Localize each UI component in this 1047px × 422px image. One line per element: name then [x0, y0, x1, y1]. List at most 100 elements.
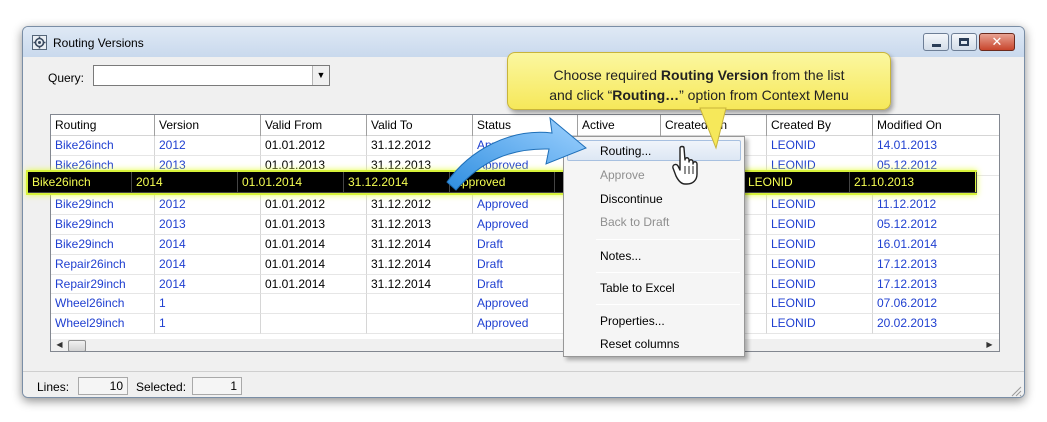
menu-item-approve[interactable]: Approve: [600, 168, 645, 182]
column-header-routing[interactable]: Routing: [51, 115, 155, 136]
table-cell-version: 2014: [132, 172, 238, 193]
column-header-created-on[interactable]: Created On: [661, 115, 767, 136]
table-row[interactable]: Wheel29inch 1 Approved LEONID 20.02.2013: [51, 314, 999, 334]
resize-grip-icon[interactable]: [1010, 385, 1022, 397]
context-menu: Routing... Approve Discontinue Back to D…: [563, 136, 745, 357]
table-row[interactable]: Bike29inch 2012 01.01.2012 31.12.2012 Approv…: [51, 195, 999, 216]
callout-line-2: and click “Routing…” option from Context…: [508, 85, 890, 105]
table-row[interactable]: Bike26inch 2012 01.01.2012 31.12.2012 Approv…: [51, 136, 999, 156]
column-header-modified-on[interactable]: Modified On: [873, 115, 999, 136]
selected-label: Selected:: [136, 380, 187, 394]
table-cell-routing: Wheel26inch: [51, 294, 155, 315]
table-cell-routing: Bike29inch: [51, 235, 155, 255]
table-cell-version: 2014: [155, 235, 261, 255]
scroll-left-icon[interactable]: ◀: [51, 340, 68, 349]
table-cell-version: 2014: [155, 254, 261, 275]
column-header-created-by[interactable]: Created By: [767, 115, 873, 136]
menu-item-routing[interactable]: Routing...: [600, 144, 651, 158]
table-cell-valid-from: 01.01.2014: [238, 172, 344, 193]
table-cell-routing: Bike29inch: [51, 215, 155, 235]
column-header-valid-to[interactable]: Valid To: [367, 115, 473, 136]
table-cell-valid-to: 31.12.2012: [367, 195, 473, 216]
table-cell-valid-from: 01.01.2012: [261, 136, 367, 156]
callout-text: from the list: [768, 67, 845, 83]
callout-text: Choose required: [553, 67, 661, 83]
table-cell-created-by: LEONID: [767, 314, 873, 334]
table-cell-modified-on: 07.06.2012: [873, 294, 999, 315]
column-header-valid-from[interactable]: Valid From: [261, 115, 367, 136]
horizontal-scroll-thumb[interactable]: [68, 340, 86, 351]
table-cell-valid-from: 01.01.2014: [261, 254, 367, 275]
callout-bold-text: Routing Version: [660, 67, 769, 83]
menu-separator: [596, 272, 740, 273]
close-icon: ✕: [991, 34, 1003, 50]
lines-label: Lines:: [37, 380, 70, 394]
menu-item-notes[interactable]: Notes...: [600, 249, 641, 263]
table-cell-valid-from: [261, 314, 367, 334]
table-cell-routing: Bike29inch: [51, 195, 155, 216]
selected-table-row[interactable]: Bike26inch 2014 01.01.2014 31.12.2014 Approv…: [26, 170, 977, 195]
table-row[interactable]: Bike29inch 2013 01.01.2013 31.12.2013 Approv…: [51, 215, 999, 235]
table-cell-routing: Wheel29inch: [51, 314, 155, 334]
table-cell-created-by: LEONID: [767, 294, 873, 315]
callout-line-1: Choose required Routing Version from the…: [508, 65, 890, 85]
instruction-callout: Choose required Routing Version from the…: [507, 52, 891, 110]
table-row[interactable]: Bike29inch 2014 01.01.2014 31.12.2014 Draft L…: [51, 235, 999, 255]
table-cell-valid-to: 31.12.2014: [344, 172, 450, 193]
table-cell-routing: Repair26inch: [51, 254, 155, 275]
menu-item-reset-columns[interactable]: Reset columns: [600, 337, 679, 351]
menu-item-properties[interactable]: Properties...: [600, 314, 665, 328]
maximize-button[interactable]: [951, 33, 977, 51]
table-row[interactable]: Repair26inch 2014 01.01.2014 31.12.2014 Draf…: [51, 254, 999, 275]
table-cell-valid-to: 31.12.2014: [367, 235, 473, 255]
scroll-right-icon[interactable]: ▶: [981, 340, 998, 349]
status-bar: Lines: 10 Selected: 1: [23, 371, 1024, 397]
callout-text: and click “: [549, 87, 613, 103]
menu-separator: [596, 304, 740, 305]
menu-item-back-to-draft[interactable]: Back to Draft: [600, 215, 669, 229]
table-cell-created-by: LEONID: [767, 274, 873, 295]
column-header-active[interactable]: Active: [578, 115, 661, 136]
table-cell-modified-on: 17.12.2013: [873, 255, 999, 275]
table-cell-valid-to: 31.12.2014: [367, 254, 473, 275]
table-cell-valid-from: 01.01.2013: [261, 215, 367, 235]
minimize-button[interactable]: [923, 33, 949, 51]
query-dropdown[interactable]: ▼: [93, 65, 330, 86]
column-header-status[interactable]: Status: [473, 115, 578, 136]
menu-item-highlight: [567, 140, 741, 161]
table-cell-created-by: LEONID: [767, 136, 873, 156]
menu-separator: [596, 239, 740, 240]
table-cell-version: 1: [155, 314, 261, 334]
query-label: Query:: [48, 71, 85, 85]
table-cell-created-by: LEONID: [767, 215, 873, 235]
table-cell-created-by: LEONID: [767, 235, 873, 255]
table-cell-created-by: LEONID: [767, 195, 873, 216]
menu-item-table-to-excel[interactable]: Table to Excel: [600, 281, 675, 295]
close-button[interactable]: ✕: [979, 33, 1015, 51]
maximize-icon: [959, 38, 969, 46]
window-title: Routing Versions: [53, 36, 144, 50]
table-cell-valid-from: [261, 294, 367, 315]
table-cell-version: 2012: [155, 136, 261, 156]
menu-item-discontinue[interactable]: Discontinue: [600, 192, 663, 206]
table-cell-valid-to: [367, 314, 473, 334]
table-cell-valid-to: 31.12.2014: [367, 274, 473, 295]
table-cell-valid-from: 01.01.2012: [261, 195, 367, 216]
table-cell-modified-on: 20.02.2013: [873, 314, 999, 334]
table-cell-valid-from: 01.01.2014: [261, 274, 367, 295]
table-cell-routing: Bike26inch: [51, 136, 155, 156]
table-row[interactable]: Repair29inch 2014 01.01.2014 31.12.2014 Draf…: [51, 274, 999, 295]
column-header-version[interactable]: Version: [155, 115, 261, 136]
table-cell-valid-to: 31.12.2012: [367, 136, 473, 156]
horizontal-scrollbar[interactable]: ◀ ▶: [51, 339, 999, 351]
table-cell-modified-on: 14.01.2013: [873, 136, 999, 156]
minimize-icon: [931, 43, 941, 47]
table-cell-status: Approved: [450, 172, 555, 193]
selected-count: 1: [192, 377, 242, 395]
routing-versions-table: Routing Version Valid From Valid To Status Ac…: [50, 114, 1000, 352]
chevron-down-icon[interactable]: ▼: [312, 66, 329, 85]
table-row[interactable]: Wheel26inch 1 Approved LEONID 07.06.2012: [51, 294, 999, 315]
lines-count: 10: [78, 377, 128, 395]
table-cell-created-by: LEONID: [744, 172, 850, 193]
table-cell-version: 1: [155, 294, 261, 315]
